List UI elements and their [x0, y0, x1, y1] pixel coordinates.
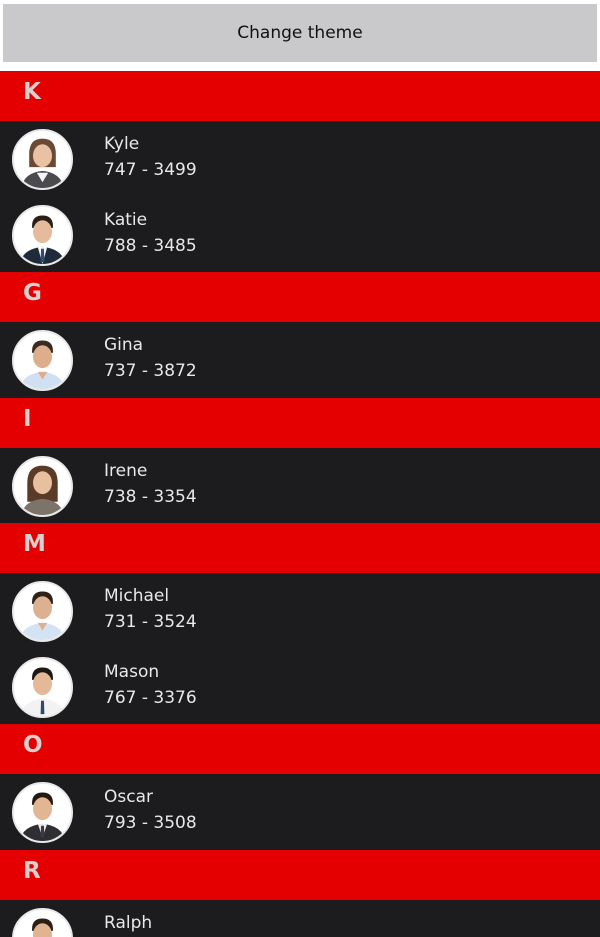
contact-row[interactable]: Oscar 793 - 3508	[0, 774, 600, 850]
contact-name: Gina	[104, 335, 144, 355]
group-letter: I	[23, 405, 33, 432]
contact-phone: 737 - 3872	[104, 361, 197, 381]
group-header-o: O	[0, 724, 600, 774]
app-window: Change theme K Kyle 747 - 3499 Katie 788…	[0, 0, 600, 937]
contact-name: Irene	[104, 460, 148, 481]
contact-row[interactable]: Gina 737 - 3872	[0, 322, 600, 398]
group-header-k: K	[0, 71, 600, 121]
man-portrait-icon	[12, 581, 73, 642]
contact-name: Katie	[104, 209, 148, 230]
contact-row[interactable]: Irene 738 - 3354	[0, 447, 600, 523]
contact-name: Oscar	[104, 787, 153, 807]
contact-phone: 793 - 3508	[104, 813, 197, 833]
group-letter: K	[23, 79, 42, 105]
contact-row[interactable]: Michael 731 - 3524	[0, 573, 600, 649]
man-portrait-icon	[12, 782, 73, 843]
group-letter: G	[23, 280, 43, 306]
man-portrait-icon	[12, 330, 73, 391]
contact-phone: 738 - 3354	[104, 486, 197, 507]
group-header-m: M	[0, 523, 600, 573]
woman-portrait-icon	[12, 455, 73, 517]
change-theme-button[interactable]: Change theme	[3, 4, 597, 62]
group-header-g: G	[0, 272, 600, 322]
contact-phone: 747 - 3499	[104, 160, 197, 180]
group-letter: R	[23, 857, 42, 884]
contact-phone: 767 - 3376	[104, 687, 197, 708]
contact-phone: 731 - 3524	[104, 612, 197, 632]
contact-name: Mason	[104, 661, 160, 682]
contact-row[interactable]: Ralph	[0, 899, 600, 937]
group-letter: O	[23, 732, 44, 758]
man-portrait-icon	[12, 204, 73, 266]
contact-phone: 788 - 3485	[104, 235, 197, 256]
contact-row[interactable]: Mason 767 - 3376	[0, 648, 600, 724]
contact-list[interactable]: K Kyle 747 - 3499 Katie 788 - 3485 G Gin…	[0, 71, 600, 937]
contact-row[interactable]: Katie 788 - 3485	[0, 196, 600, 272]
contact-row[interactable]: Kyle 747 - 3499	[0, 121, 600, 197]
contact-name: Ralph	[104, 912, 153, 933]
contact-name: Kyle	[104, 134, 140, 154]
group-header-r: R	[0, 849, 600, 900]
group-header-i: I	[0, 397, 600, 448]
woman-portrait-icon	[12, 129, 73, 190]
group-letter: M	[23, 531, 47, 557]
contact-name: Michael	[104, 586, 170, 606]
man-portrait-icon	[12, 907, 73, 937]
man-portrait-icon	[12, 656, 73, 718]
